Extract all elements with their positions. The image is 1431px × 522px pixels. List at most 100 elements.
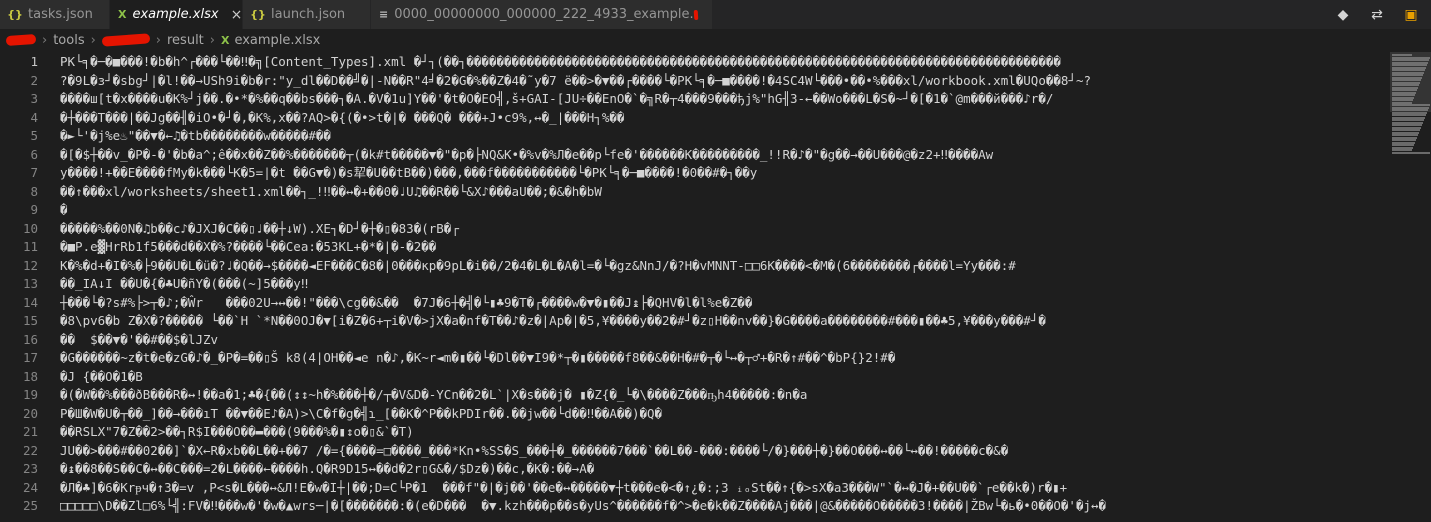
tab-tasks-json[interactable]: {} tasks.json — [0, 0, 110, 29]
line-number: 24 — [22, 479, 38, 495]
line-number: 9 — [30, 202, 38, 217]
line-text[interactable]: �[�$┼��v_�P�-�'�b�a^;ê��x��Z��%�������┬(… — [60, 145, 1390, 164]
line-number: 16 — [22, 331, 38, 347]
code-line[interactable]: 24 �Л�♣]�6�Krᵽч�↑3�=v ,P<s�L���↔&Л!E�w�I┼… — [0, 478, 1390, 497]
line-number: 5 — [30, 128, 38, 143]
tab-bar: {} tasks.json X example.xlsx × {} launch… — [0, 0, 1431, 29]
line-number: 22 — [22, 442, 38, 458]
code-line[interactable]: 13 ��_IA↓I ��U�{�♣U�ñY�(���(~]5���y‼ — [0, 274, 1390, 293]
open-preview-icon[interactable]: ▣ — [1403, 7, 1419, 23]
redaction-mark — [5, 33, 37, 47]
line-text[interactable]: □□□□□\D��Zl□6%└╣:FV�‼���w�'�w�▲wrs─|�[��… — [60, 496, 1390, 515]
code-line[interactable]: 3 ����ш[t�x����u�K%┘j��.�•*�%��q��bs���┐�… — [0, 89, 1390, 108]
tab-label: example.xlsx — [132, 7, 219, 22]
chevron-right-icon: › — [42, 32, 48, 48]
line-number: 23 — [22, 461, 38, 476]
line-text[interactable]: ����ш[t�x����u�K%┘j��.�•*�%��q��bs���┐�A… — [60, 89, 1390, 108]
tab-label: 0000_00000000_000000_222_4933_example. — [394, 7, 694, 22]
code-line[interactable]: 8 ��↑���xl/worksheets/sheet1.xml��┐_!‼��↔… — [0, 182, 1390, 201]
open-changes-icon[interactable]: ◆ — [1335, 7, 1351, 23]
breadcrumb-item-file[interactable]: example.xlsx — [234, 33, 320, 48]
code-line[interactable]: 17 �G������~z�t�e�zG�♪�_�P�=��▯Š k8(4|OH�… — [0, 348, 1390, 367]
line-number: 25 — [22, 498, 38, 513]
code-line[interactable]: 20 P�Ш�W�U�┬��_]��→���ıT ��▼��E♪�A)>\C�f�… — [0, 404, 1390, 423]
line-text[interactable]: �� $��▼�'��#��$�lJZv — [60, 330, 1390, 349]
code-line[interactable]: 12 K�%�d+�I�%�├9��U�L�ü�?♩�Q��→$����◄EF��… — [0, 256, 1390, 275]
code-line[interactable]: 25 □□□□□\D��Zl□6%└╣:FV�‼���w�'�w�▲wrs─|�[… — [0, 496, 1390, 515]
chevron-right-icon: › — [209, 32, 215, 48]
code-line[interactable]: 19 �(�W��%���ðB���R�↔!��a�1;♣�{��(↕↕~h�%�… — [0, 385, 1390, 404]
line-text[interactable]: ��↑���xl/worksheets/sheet1.xml��┐_!‼��↔�… — [60, 182, 1390, 201]
tab-label: tasks.json — [28, 7, 93, 22]
breadcrumb-item-tools[interactable]: tools — [53, 33, 84, 48]
code-line[interactable]: 15 �8\pv6�b Z�X�?����� └��`H `*N��0OJ�▼[i… — [0, 311, 1390, 330]
line-text[interactable]: �J {��O�1�B — [60, 367, 1390, 386]
code-line[interactable]: 16 �� $��▼�'��#��$�lJZv — [0, 330, 1390, 349]
code-line[interactable]: 4 �┼���T���|��Jg��╢�iO•�┘�,�K%,x��?AQ>�{(… — [0, 108, 1390, 127]
line-text[interactable]: y����!+��E����fMy�k���└K�5=|�t ��G▼�)�s㸷… — [60, 163, 1390, 182]
excel-file-icon: X — [220, 33, 230, 47]
breadcrumb-item-result[interactable]: result — [167, 33, 204, 48]
line-text[interactable]: JU��>���#��02��]`�X←R�xb��L��+��7 /�={��… — [60, 441, 1390, 460]
code-line[interactable]: 23 �↨��8��S��C�↔��C���=2�L����←����h.Q�R9… — [0, 459, 1390, 478]
line-number: 20 — [22, 405, 38, 421]
line-text[interactable]: �����%��0N�♫b��c♪�JXJ�C��▯♩��┼↓W).XE┐�D┘… — [60, 219, 1390, 238]
code-line[interactable]: 10 �����%��0N�♫b��c♪�JXJ�C��▯♩��┼↓W).XE┐�… — [0, 219, 1390, 238]
code-line[interactable]: 21 ��RSLX"7�Z��2>��┐R$I���O��▬���(9���%�▮… — [0, 422, 1390, 441]
code-line[interactable]: 14 ┼���└�?s#%├>┬�♪;�Ŵr ���02U→↔��!"���\cg… — [0, 293, 1390, 312]
line-number: 3 — [30, 91, 38, 106]
tab-example-xlsx[interactable]: X example.xlsx × — [110, 0, 243, 29]
code-line[interactable]: 9 � — [0, 200, 1390, 219]
code-line[interactable]: 1 PK└╕�─�■���!�b�h^┌���└��‼�╗[Content_Typ… — [0, 52, 1390, 71]
line-text[interactable]: �8\pv6�b Z�X�?����� └��`H `*N��0OJ�▼[i�Z… — [60, 311, 1390, 330]
line-text[interactable]: �■P.e▓HrRb1f5���d��X�%?����└��Cea:�53KL+… — [60, 237, 1390, 256]
line-number: 2 — [30, 72, 38, 88]
code-line[interactable]: 2 ?�9L�з┘�sbg┘|�l!��→USh9i�b�r:"y_dl��D��… — [0, 71, 1390, 90]
line-number: 8 — [30, 183, 38, 199]
line-text[interactable]: �Л�♣]�6�Krᵽч�↑3�=v ,P<s�L���↔&Л!E�w�I┼|�… — [60, 478, 1390, 497]
tab-label: launch.json — [271, 7, 346, 22]
minimap-line — [1392, 151, 1430, 154]
chevron-right-icon: › — [90, 32, 96, 48]
line-text[interactable]: K�%�d+�I�%�├9��U�L�ü�?♩�Q��→$����◄EF���C… — [60, 256, 1390, 275]
line-text[interactable]: P�Ш�W�U�┬��_]��→���ıT ��▼��E♪�A)>\C�f�g�… — [60, 404, 1390, 423]
text-file-icon: ≡ — [379, 8, 389, 21]
json-file-icon: {} — [250, 8, 266, 21]
line-text[interactable]: �G������~z�t�e�zG�♪�_�P�=��▯Š k8(4|OH��◄… — [60, 348, 1390, 367]
line-text[interactable]: � — [60, 200, 1390, 219]
code-line[interactable]: 18 �J {��O�1�B — [0, 367, 1390, 386]
redaction-mark — [101, 33, 151, 47]
chevron-right-icon: › — [155, 32, 161, 48]
line-text[interactable]: ��RSLX"7�Z��2>��┐R$I���O��▬���(9���%�▮↕o… — [60, 422, 1390, 441]
line-number: 19 — [22, 387, 38, 402]
line-number: 1 — [30, 54, 38, 69]
code-editor[interactable]: 1 PK└╕�─�■���!�b�h^┌���└��‼�╗[Content_Typ… — [0, 52, 1390, 522]
excel-file-icon: X — [118, 8, 127, 21]
tab-log-file[interactable]: ≡ 0000_00000000_000000_222_4933_example. — [371, 0, 713, 29]
minimap[interactable] — [1390, 52, 1431, 522]
code-line[interactable]: 22 JU��>���#��02��]`�X←R�xb��L��+��7 /�={… — [0, 441, 1390, 460]
code-line[interactable]: 6 �[�$┼��v_�P�-�'�b�a^;ê��x��Z��%�������┬… — [0, 145, 1390, 164]
line-text[interactable]: PK└╕�─�■���!�b�h^┌���└��‼�╗[Content_Type… — [60, 52, 1390, 71]
line-number: 4 — [30, 109, 38, 125]
line-number: 17 — [22, 350, 38, 365]
line-text[interactable]: �(�W��%���ðB���R�↔!��a�1;♣�{��(↕↕~h�%���… — [60, 385, 1390, 404]
line-text[interactable]: ┼���└�?s#%├>┬�♪;�Ŵr ���02U→↔��!"���\cg��… — [60, 293, 1390, 312]
compare-icon[interactable]: ⇄ — [1369, 7, 1385, 23]
line-text[interactable]: �►└'�j%e♨"��▼�←♫�tb��������w�����#�� — [60, 126, 1390, 145]
redaction-mark — [693, 9, 699, 20]
line-text[interactable]: �↨��8��S��C�↔��C���=2�L����←����h.Q�R9D1… — [60, 459, 1390, 478]
code-line[interactable]: 7 y����!+��E����fMy�k���└K�5=|�t ��G▼�)�s… — [0, 163, 1390, 182]
line-text[interactable]: ��_IA↓I ��U�{�♣U�ñY�(���(~]5���y‼ — [60, 274, 1390, 293]
line-text[interactable]: �┼���T���|��Jg��╢�iO•�┘�,�K%,x��?AQ>�{(�… — [60, 108, 1390, 127]
code-line[interactable]: 11 �■P.e▓HrRb1f5���d��X�%?����└��Cea:�53K… — [0, 237, 1390, 256]
line-number: 10 — [22, 220, 38, 236]
code-line[interactable]: 5 �►└'�j%e♨"��▼�←♫�tb��������w�����#�� — [0, 126, 1390, 145]
json-file-icon: {} — [7, 8, 23, 21]
breadcrumb: › tools › › result › X example.xlsx — [0, 29, 1431, 51]
line-text[interactable]: ?�9L�з┘�sbg┘|�l!��→USh9i�b�r:"y_dl��D��╝… — [60, 71, 1390, 90]
close-icon[interactable]: × — [231, 7, 243, 23]
tab-launch-json[interactable]: {} launch.json — [243, 0, 371, 29]
line-number: 13 — [22, 276, 38, 291]
editor-actions: ◆ ⇄ ▣ — [1335, 0, 1431, 29]
